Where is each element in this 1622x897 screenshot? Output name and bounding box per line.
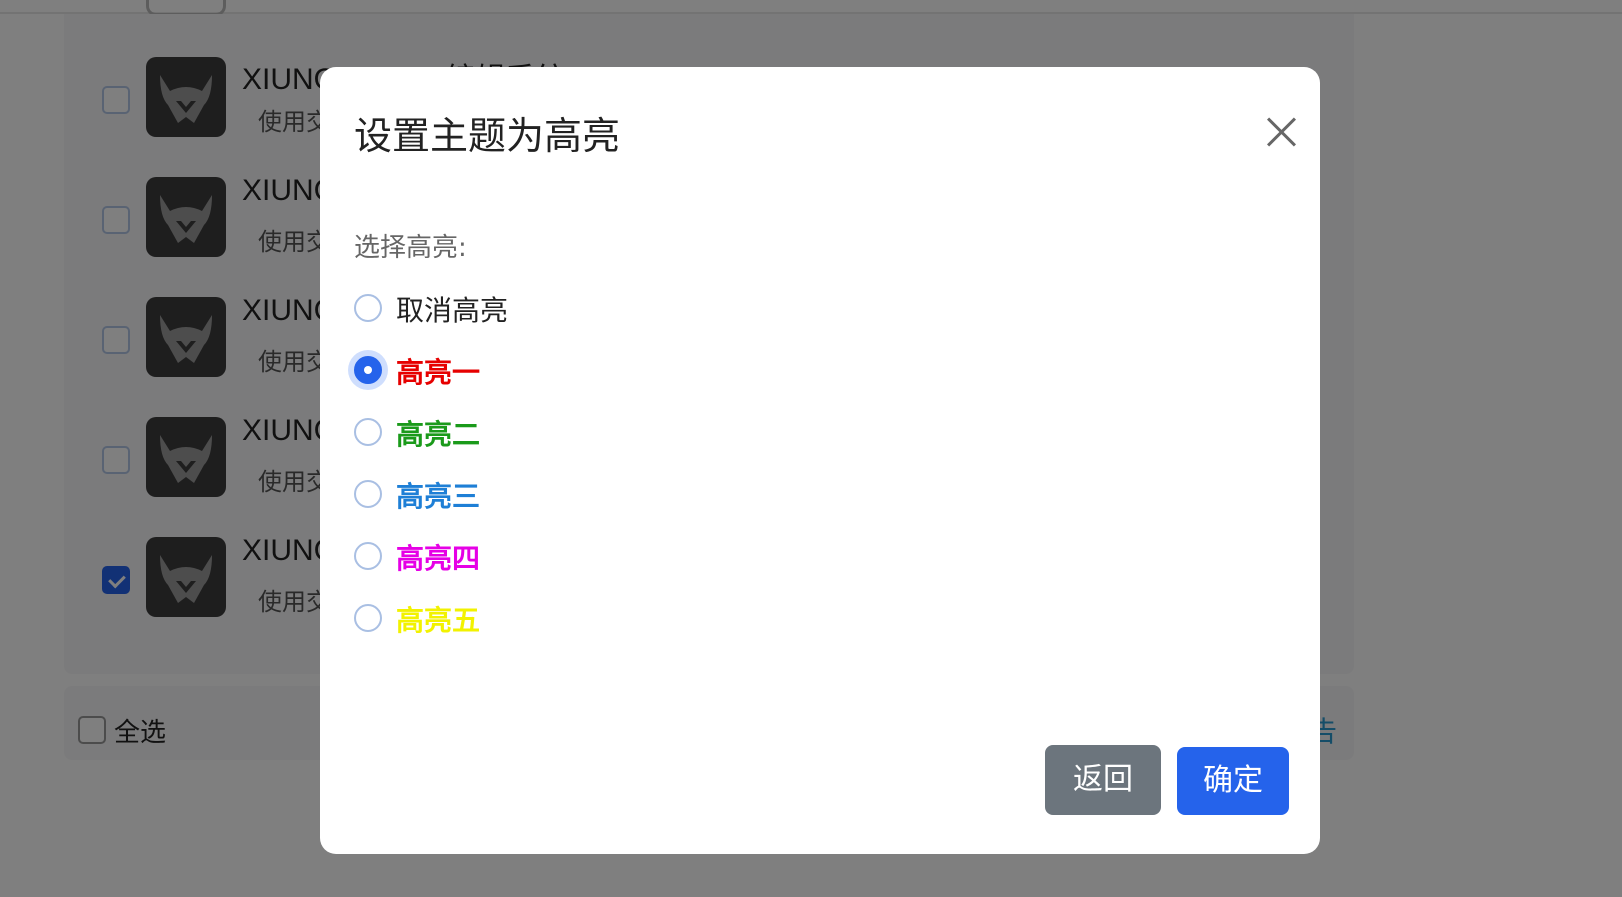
highlight-option[interactable]: 高亮四 [354,531,754,581]
radio-button[interactable] [354,294,382,322]
highlight-option-label: 取消高亮 [396,294,509,327]
highlight-option[interactable]: 高亮一 [354,345,754,395]
highlight-option[interactable]: 高亮二 [354,407,754,457]
radio-button[interactable] [354,480,382,508]
highlight-option-label: 高亮三 [396,480,481,513]
radio-button[interactable] [354,418,382,446]
back-button[interactable]: 返回 [1045,745,1161,815]
highlight-option[interactable]: 高亮三 [354,469,754,519]
highlight-option-label: 高亮四 [396,542,481,575]
highlight-option-label: 高亮二 [396,418,481,451]
close-icon[interactable] [1255,105,1307,157]
highlight-option-label: 高亮五 [396,604,481,637]
highlight-option[interactable]: 取消高亮 [354,283,754,333]
radio-button[interactable] [354,542,382,570]
dialog-title: 设置主题为高亮 [354,114,621,158]
highlight-option[interactable]: 高亮五 [354,593,754,643]
highlight-option-label: 高亮一 [396,356,481,389]
highlight-theme-dialog: 设置主题为高亮 选择高亮: 取消高亮高亮一高亮二高亮三高亮四高亮五 返回 确定 [320,67,1320,854]
radio-button[interactable] [354,604,382,632]
confirm-button[interactable]: 确定 [1177,747,1289,815]
radio-button[interactable] [354,356,382,384]
highlight-select-label: 选择高亮: [354,233,467,263]
